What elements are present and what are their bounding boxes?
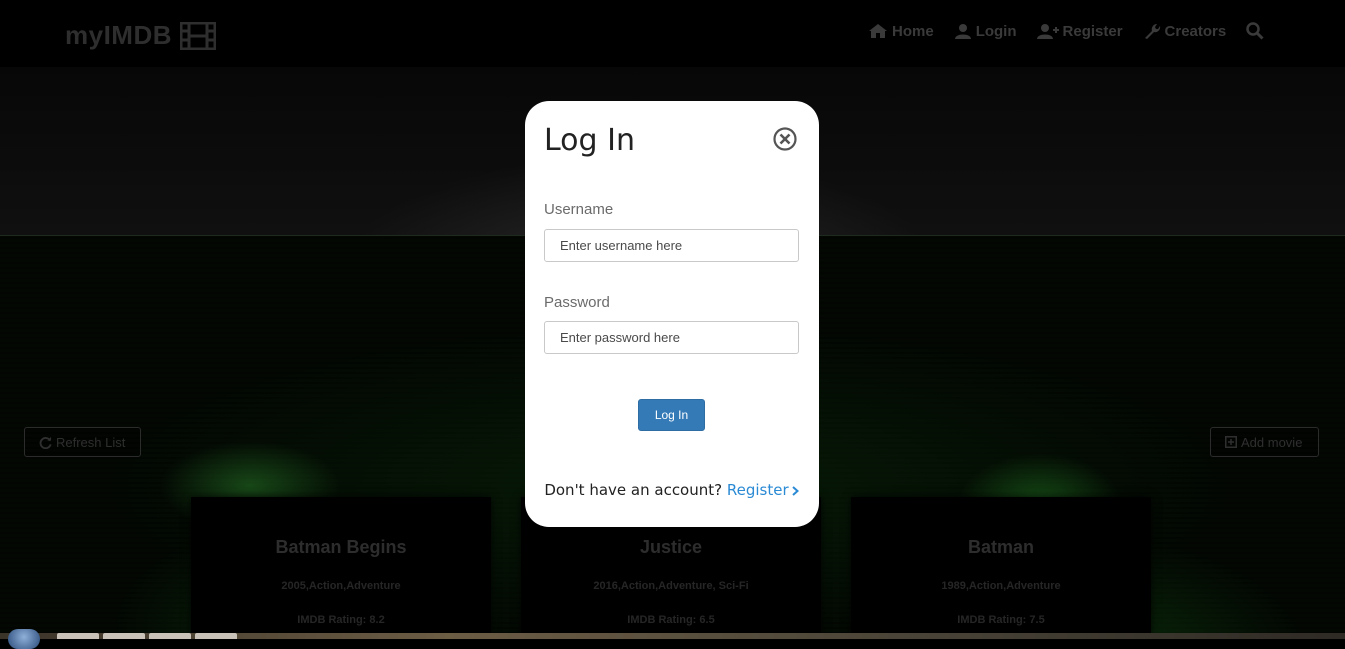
brand-name: myIMDB — [65, 20, 173, 50]
plus-square-icon — [1225, 436, 1237, 448]
taskbar-item[interactable] — [195, 633, 237, 639]
refresh-icon — [39, 436, 52, 449]
brand-logo[interactable]: myIMDB — [65, 20, 217, 51]
nav-login[interactable]: Login — [954, 23, 1017, 40]
movie-genre: 1989,Action,Adventure — [941, 580, 1061, 592]
register-prompt: Don't have an account? — [544, 481, 723, 499]
refresh-list-label: Refresh List — [56, 434, 126, 450]
add-movie-label: Add movie — [1241, 434, 1303, 450]
nav-register[interactable]: Register — [1036, 22, 1123, 40]
login-modal: Log In Username Password Log In Don't ha… — [525, 101, 819, 527]
login-submit-button[interactable]: Log In — [638, 399, 705, 431]
navbar: myIMDB Home Login Register Creators — [0, 0, 1345, 67]
start-button[interactable] — [8, 629, 40, 649]
wrench-icon — [1144, 24, 1160, 39]
password-label: Password — [544, 294, 610, 311]
nav-login-label: Login — [975, 22, 1017, 40]
movie-card[interactable]: Batman Begins 2005,Action,Adventure IMDB… — [191, 497, 491, 637]
taskbar-item[interactable] — [103, 633, 145, 639]
movie-genre: 2016,Action,Adventure, Sci-Fi — [593, 580, 749, 592]
movie-genre: 2005,Action,Adventure — [281, 580, 401, 592]
movie-rating: IMDB Rating: 6.5 — [627, 614, 715, 626]
add-movie-button[interactable]: Add movie — [1210, 427, 1319, 457]
password-input[interactable] — [544, 321, 799, 354]
nav-creators[interactable]: Creators — [1143, 22, 1227, 40]
chevron-right-icon — [791, 485, 799, 496]
movie-title: Justice — [639, 537, 703, 557]
user-icon — [954, 24, 971, 39]
register-prompt-line: Don't have an account? Register — [525, 481, 819, 499]
user-plus-icon — [1036, 24, 1059, 39]
nav-home-label: Home — [892, 22, 934, 40]
nav-creators-label: Creators — [1164, 22, 1227, 40]
taskbar-item[interactable] — [149, 633, 191, 639]
refresh-list-button[interactable]: Refresh List — [24, 427, 141, 457]
taskbar-item[interactable] — [57, 633, 99, 639]
nav-home[interactable]: Home — [868, 23, 934, 40]
username-label: Username — [544, 201, 614, 218]
home-icon — [869, 24, 887, 38]
movie-title: Batman Begins — [275, 537, 407, 557]
movie-rating: IMDB Rating: 7.5 — [957, 614, 1045, 626]
nav-search-button[interactable] — [1246, 22, 1264, 40]
movie-title: Batman — [967, 537, 1034, 557]
movie-card[interactable]: Batman 1989,Action,Adventure IMDB Rating… — [851, 497, 1151, 637]
close-button[interactable] — [773, 127, 797, 151]
username-input[interactable] — [544, 229, 799, 262]
nav-register-label: Register — [1062, 22, 1123, 40]
register-link[interactable]: Register — [727, 481, 800, 499]
register-link-label: Register — [726, 481, 789, 499]
close-icon — [773, 127, 797, 151]
movie-rating: IMDB Rating: 8.2 — [297, 614, 385, 626]
modal-title: Log In — [544, 123, 635, 158]
search-icon — [1246, 22, 1264, 40]
nav-links: Home Login Register Creators — [868, 22, 1264, 40]
film-icon — [180, 21, 217, 50]
